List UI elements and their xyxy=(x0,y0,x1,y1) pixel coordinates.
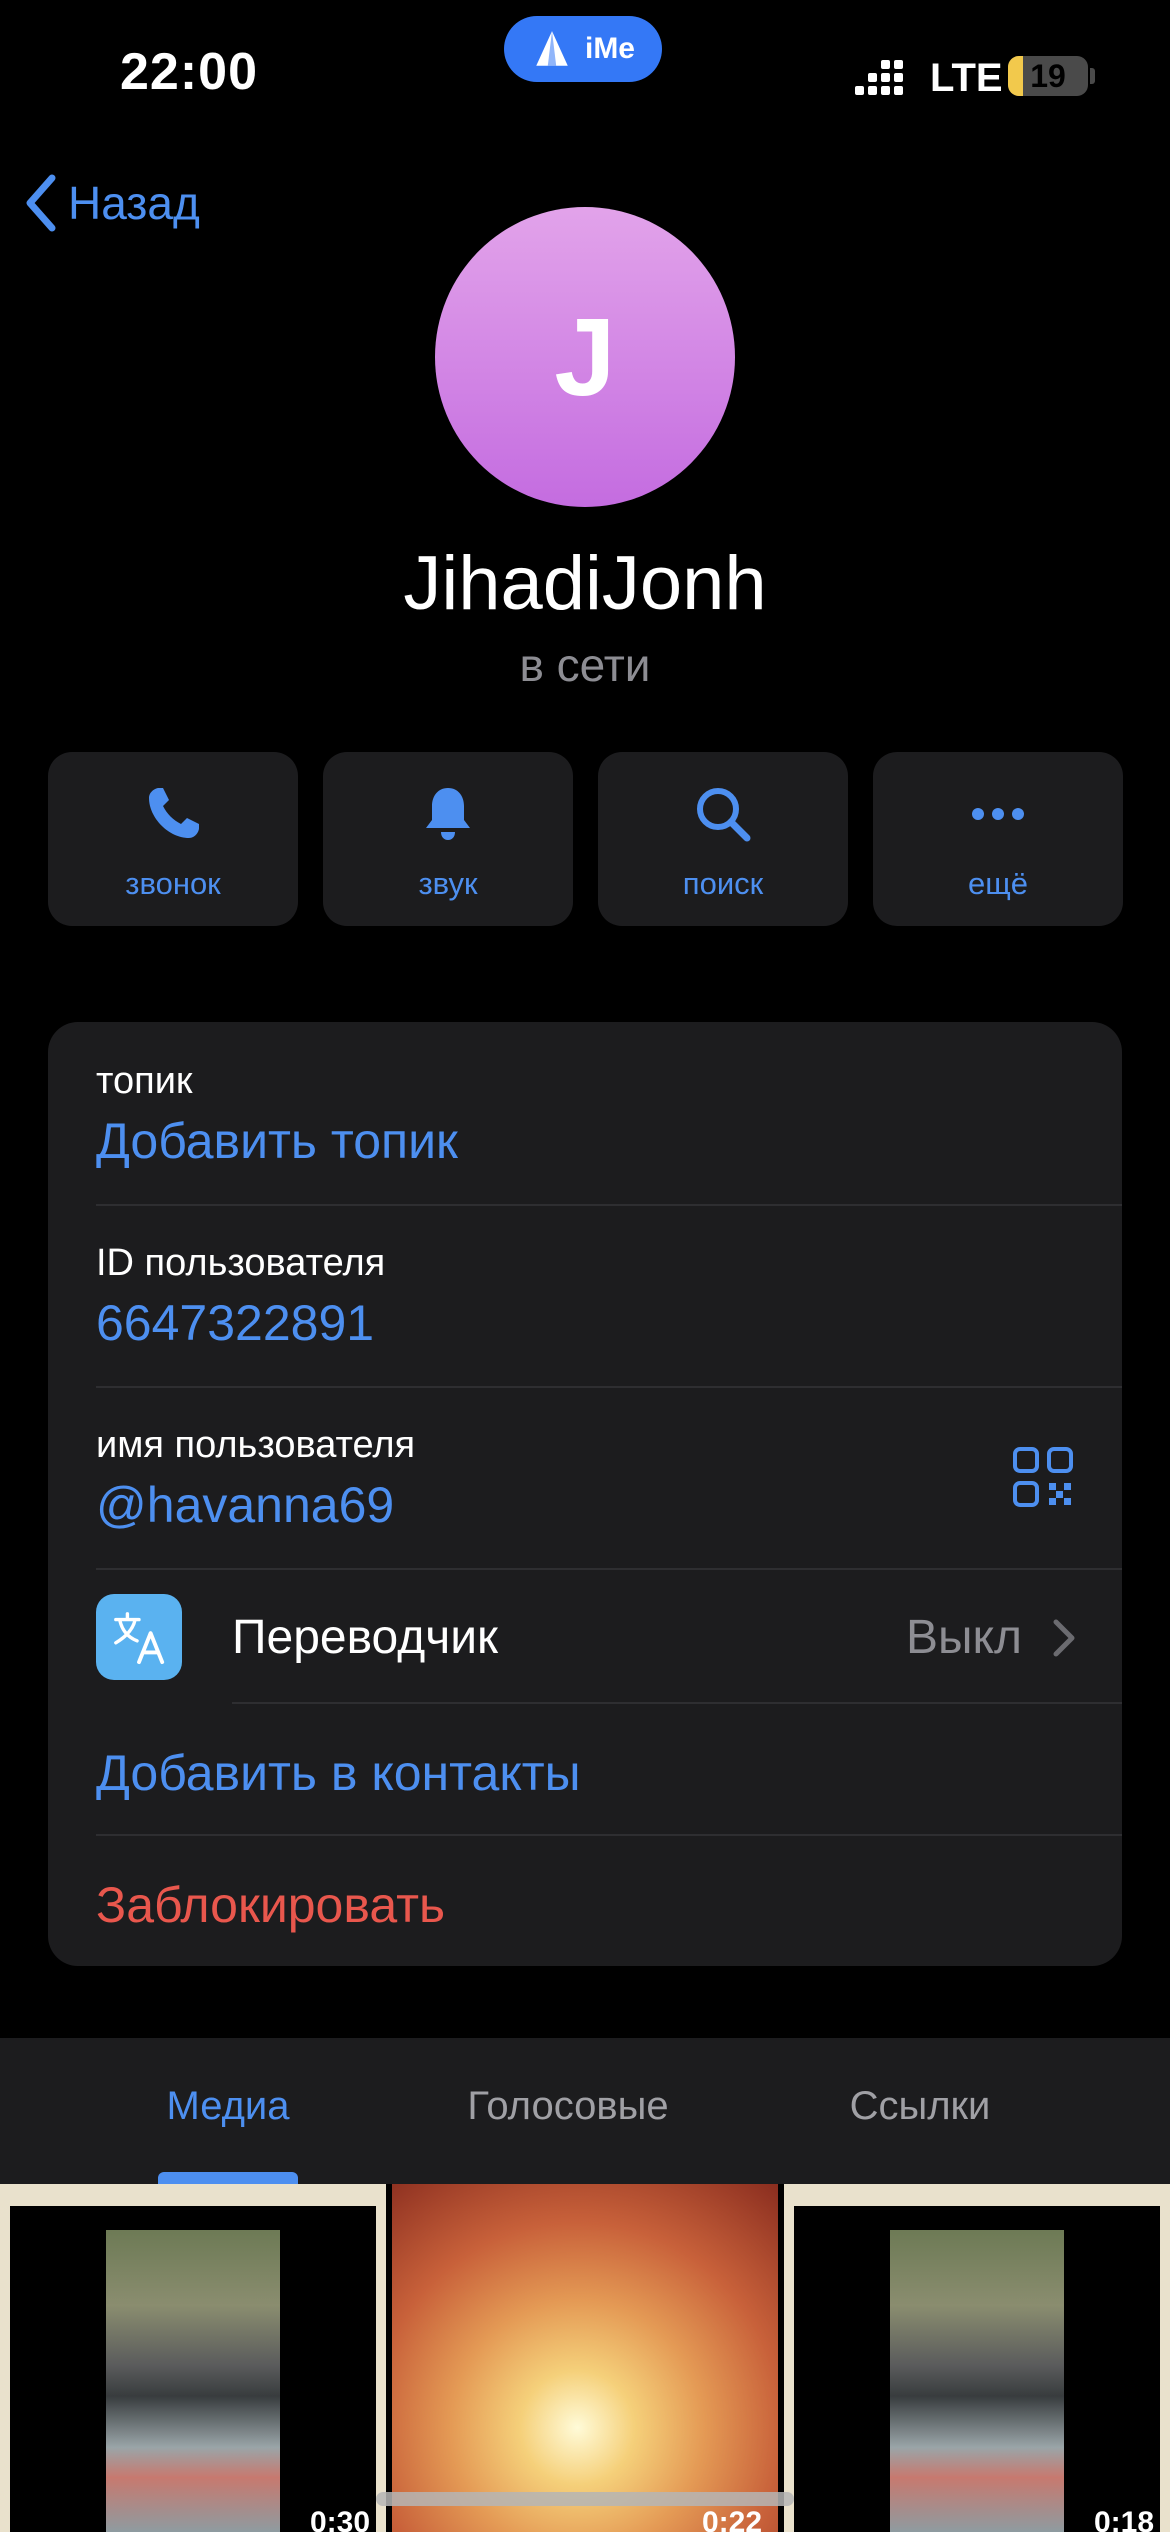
avatar[interactable]: J xyxy=(435,207,735,507)
block-user-button[interactable]: Заблокировать xyxy=(96,1876,445,1934)
battery-icon: 19 xyxy=(1008,56,1088,96)
phone-icon xyxy=(149,788,199,838)
divider xyxy=(96,1204,1122,1206)
more-label: ещё xyxy=(968,866,1028,901)
search-icon xyxy=(697,788,751,842)
translator-value: Выкл xyxy=(905,1611,1022,1664)
media-thumbnail[interactable]: 0:18 xyxy=(784,2184,1170,2532)
info-card: топик Добавить топик ID пользователя 664… xyxy=(48,1022,1122,1966)
media-thumbnail[interactable]: 0:22 xyxy=(392,2184,778,2532)
user-id-value[interactable]: 6647322891 xyxy=(96,1294,374,1352)
topic-label: топик xyxy=(96,1060,193,1102)
media-duration: 0:18 xyxy=(1093,2506,1154,2532)
back-label: Назад xyxy=(68,177,200,229)
qr-code-icon[interactable] xyxy=(1012,1446,1074,1508)
translate-glyph-icon xyxy=(114,1612,165,1665)
media-tab-bar: Медиа Голосовые Ссылки xyxy=(0,2038,1170,2184)
more-icon xyxy=(972,808,1024,820)
chevron-left-icon xyxy=(26,174,56,232)
username-label: имя пользователя xyxy=(96,1424,416,1466)
ime-badge-label: iMe xyxy=(584,32,635,65)
more-button[interactable]: ещё xyxy=(873,752,1123,926)
tab-links[interactable]: Ссылки xyxy=(790,2084,1050,2129)
media-thumbnail[interactable]: 0:30 xyxy=(0,2184,386,2532)
chevron-right-icon xyxy=(1053,1619,1075,1657)
ime-badge[interactable]: iMe xyxy=(504,16,662,82)
bell-icon xyxy=(426,788,470,840)
tab-media[interactable]: Медиа xyxy=(128,2084,328,2129)
avatar-initial: J xyxy=(554,295,616,419)
media-duration: 0:30 xyxy=(309,2506,370,2532)
divider xyxy=(232,1702,1122,1704)
status-time: 22:00 xyxy=(120,43,258,101)
sound-button[interactable]: звук xyxy=(323,752,573,926)
profile-name: JihadiJonh xyxy=(403,541,767,626)
media-duration: 0:22 xyxy=(701,2506,762,2532)
tab-indicator xyxy=(158,2172,298,2184)
ime-logo-icon xyxy=(536,31,568,66)
translate-icon xyxy=(96,1594,182,1680)
search-button[interactable]: поиск xyxy=(598,752,848,926)
network-type: LTE xyxy=(930,56,1003,100)
profile-status: в сети xyxy=(519,639,651,691)
back-button[interactable]: Назад xyxy=(22,172,200,234)
battery-cap xyxy=(1090,68,1095,84)
divider xyxy=(96,1834,1122,1836)
call-label: звонок xyxy=(125,866,221,901)
divider xyxy=(96,1568,1122,1570)
user-id-label: ID пользователя xyxy=(96,1242,386,1284)
home-indicator[interactable] xyxy=(376,2492,794,2506)
divider xyxy=(96,1386,1122,1388)
search-label: поиск xyxy=(682,866,764,901)
username-value[interactable]: @havanna69 xyxy=(96,1476,394,1534)
tab-voice[interactable]: Голосовые xyxy=(428,2084,708,2129)
translator-label[interactable]: Переводчик xyxy=(232,1610,498,1665)
add-to-contacts-button[interactable]: Добавить в контакты xyxy=(96,1744,581,1802)
signal-strength-icon xyxy=(855,60,903,95)
call-button[interactable]: звонок xyxy=(48,752,298,926)
add-topic-link[interactable]: Добавить топик xyxy=(96,1112,458,1170)
battery-percent: 19 xyxy=(1030,57,1066,94)
sound-label: звук xyxy=(418,866,478,901)
